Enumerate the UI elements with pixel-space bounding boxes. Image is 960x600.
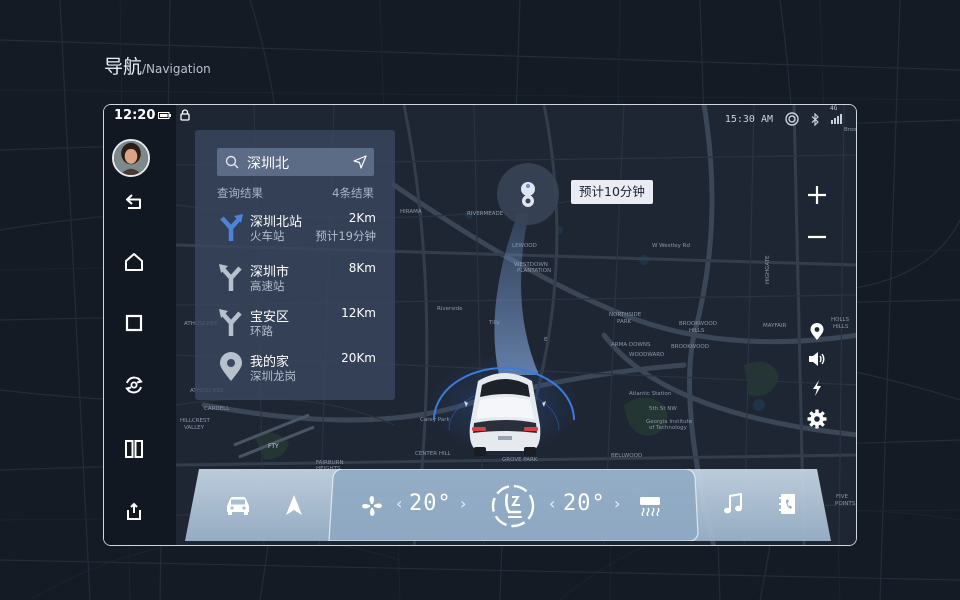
split-view-icon[interactable] bbox=[122, 437, 146, 461]
signal-icon: 4G bbox=[830, 105, 842, 124]
svg-text:Atlantic Station: Atlantic Station bbox=[629, 391, 672, 397]
svg-text:PARK: PARK bbox=[617, 319, 632, 325]
svg-text:of Technology: of Technology bbox=[649, 425, 688, 431]
result-sub: 深圳龙岗 bbox=[250, 369, 296, 383]
right-temp-increase[interactable]: › bbox=[614, 494, 620, 513]
svg-text:RIVERMEADE: RIVERMEADE bbox=[467, 211, 504, 217]
left-temp-increase[interactable]: › bbox=[460, 494, 466, 513]
svg-text:Riverside: Riverside bbox=[437, 306, 463, 312]
car-icon[interactable] bbox=[225, 494, 251, 516]
left-temp: 20° bbox=[409, 491, 452, 516]
bluetooth-icon bbox=[811, 112, 819, 126]
svg-text:BELLWOOD: BELLWOOD bbox=[611, 453, 642, 459]
status-clock: 15:30 AM bbox=[724, 113, 773, 125]
svg-text:HOLLS: HOLLS bbox=[831, 317, 850, 323]
svg-text:VALLEY: VALLEY bbox=[184, 425, 205, 431]
right-temp-decrease[interactable]: ‹ bbox=[549, 494, 555, 513]
svg-text:Brook: Brook bbox=[844, 127, 857, 133]
search-input[interactable]: 深圳北 bbox=[217, 148, 374, 176]
svg-text:PLANTATION: PLANTATION bbox=[517, 268, 551, 274]
result-sub: 环路 bbox=[250, 324, 273, 338]
back-icon[interactable] bbox=[122, 189, 146, 213]
network-label: 4G bbox=[830, 105, 838, 112]
result-distance: 2Km bbox=[348, 211, 376, 225]
search-icon bbox=[225, 155, 239, 169]
avatar[interactable] bbox=[112, 139, 150, 177]
result-sub: 火车站 bbox=[250, 229, 285, 243]
search-panel: 深圳北 查询结果 4条结果 深圳北站 火车站 2Km 预计19分钟 深圳市 高速… bbox=[195, 130, 395, 400]
result-sub: 高速站 bbox=[250, 279, 285, 293]
climate-bar: ‹ 20° › ‹ 20° › bbox=[185, 469, 831, 541]
zoom-in-icon[interactable] bbox=[805, 183, 829, 207]
lock-icon bbox=[180, 109, 190, 121]
carplay-icon bbox=[785, 112, 799, 126]
svg-text:FTY: FTY bbox=[268, 443, 279, 450]
volume-icon[interactable] bbox=[808, 351, 826, 367]
page-heading: 导航/Navigation bbox=[104, 52, 211, 79]
status-time: 12:20 bbox=[114, 108, 156, 123]
heading-title-zh: 导航 bbox=[104, 56, 143, 78]
svg-text:CARDELL: CARDELL bbox=[204, 406, 230, 412]
zoom-out-icon[interactable] bbox=[805, 225, 829, 249]
svg-text:W Westley Rd: W Westley Rd bbox=[652, 243, 690, 249]
fork-arrow-icon bbox=[220, 214, 243, 241]
send-icon[interactable] bbox=[353, 155, 367, 169]
fork-arrow-icon bbox=[219, 264, 242, 291]
music-icon[interactable] bbox=[723, 493, 743, 515]
result-label: 查询结果 bbox=[217, 186, 263, 200]
result-item[interactable]: 深圳市 高速站 8Km bbox=[217, 260, 379, 300]
exit-icon[interactable] bbox=[122, 500, 146, 524]
fork-arrow-icon bbox=[219, 309, 242, 336]
location-pin-icon bbox=[220, 352, 242, 381]
result-item[interactable]: 宝安区 环路 12Km bbox=[217, 305, 379, 345]
location-icon[interactable] bbox=[809, 323, 825, 341]
result-distance: 12Km bbox=[341, 306, 376, 320]
search-query: 深圳北 bbox=[247, 156, 289, 172]
svg-text:HILLS: HILLS bbox=[689, 328, 705, 334]
sidebar: 12:20 bbox=[104, 105, 190, 545]
fan-icon[interactable] bbox=[361, 495, 383, 517]
svg-text:BROOKWOOD: BROOKWOOD bbox=[671, 344, 709, 350]
settings-icon[interactable] bbox=[807, 409, 827, 429]
result-eta: 预计19分钟 bbox=[315, 229, 376, 243]
svg-text:CENTER HILL: CENTER HILL bbox=[415, 451, 452, 457]
svg-text:ARMA DOWNS: ARMA DOWNS bbox=[611, 342, 651, 348]
svg-text:E: E bbox=[544, 337, 548, 343]
result-distance: 8Km bbox=[348, 261, 376, 275]
phone-book-icon[interactable] bbox=[779, 493, 797, 515]
svg-text:WOODWARD: WOODWARD bbox=[629, 352, 664, 358]
svg-text:FIVE: FIVE bbox=[836, 494, 849, 500]
result-header: 查询结果 4条结果 bbox=[217, 185, 374, 201]
status-bar-right: 15:30 AM 4G bbox=[724, 105, 842, 127]
svg-text:HIGHGATE: HIGHGATE bbox=[765, 255, 771, 284]
result-distance: 20Km bbox=[341, 351, 376, 365]
result-count: 4条结果 bbox=[332, 186, 374, 200]
home-icon[interactable] bbox=[122, 250, 146, 274]
svg-text:POINTS: POINTS bbox=[835, 501, 856, 507]
heading-title-en: /Navigation bbox=[142, 62, 211, 76]
result-item[interactable]: 深圳北站 火车站 2Km 预计19分钟 bbox=[217, 210, 379, 250]
svg-text:NORTHSIDE: NORTHSIDE bbox=[609, 312, 642, 318]
navigation-arrow-icon[interactable] bbox=[285, 494, 303, 516]
svg-text:HILLS: HILLS bbox=[833, 324, 849, 330]
svg-text:BROOKWOOD: BROOKWOOD bbox=[679, 321, 717, 327]
svg-text:5th St NW: 5th St NW bbox=[649, 406, 677, 412]
defrost-icon[interactable] bbox=[639, 496, 661, 516]
eta-badge: 预计10分钟 bbox=[571, 180, 653, 204]
svg-text:HILLCREST: HILLCREST bbox=[180, 418, 211, 424]
rotate-camera-icon[interactable] bbox=[122, 373, 146, 397]
right-temp: 20° bbox=[563, 491, 606, 516]
svg-text:GROVE PARK: GROVE PARK bbox=[502, 457, 538, 463]
left-temp-decrease[interactable]: ‹ bbox=[396, 494, 402, 513]
svg-text:MAYFAIR: MAYFAIR bbox=[763, 323, 786, 329]
svg-text:HIRAMA: HIRAMA bbox=[400, 209, 422, 215]
seat-climate-icon[interactable] bbox=[490, 483, 536, 529]
charging-icon[interactable] bbox=[811, 379, 823, 397]
result-item[interactable]: 我的家 深圳龙岗 20Km bbox=[217, 350, 379, 390]
recent-apps-icon[interactable] bbox=[122, 311, 146, 335]
battery-icon bbox=[158, 112, 171, 119]
vehicle-icon bbox=[464, 373, 546, 456]
